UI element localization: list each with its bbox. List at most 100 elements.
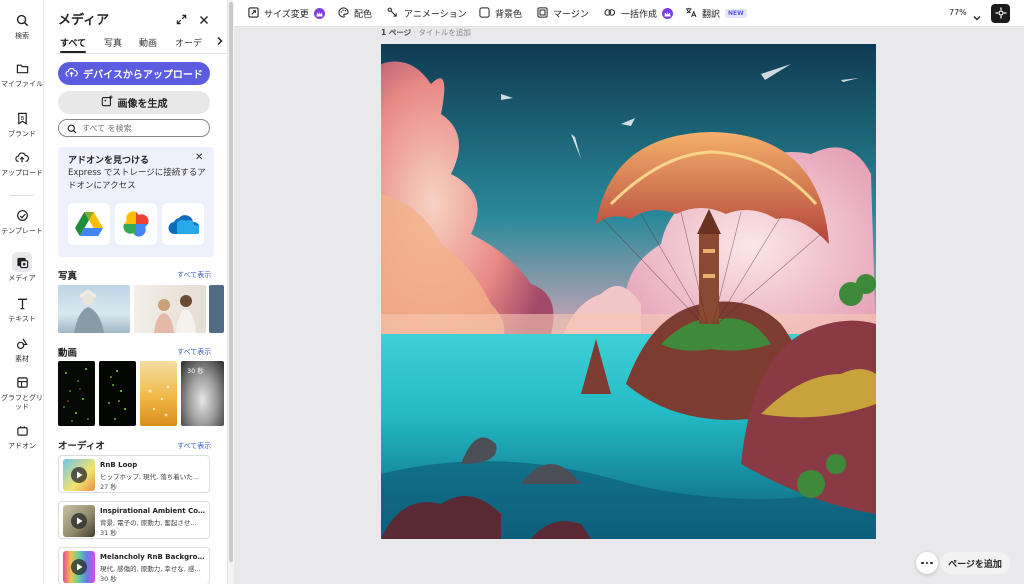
tab-videos[interactable]: 動画 — [139, 36, 157, 49]
audio-item[interactable]: Inspirational Ambient Corp... 背景, 電子の, 原… — [58, 501, 210, 539]
generate-image-icon — [101, 95, 113, 110]
video-thumbnail[interactable] — [58, 361, 95, 426]
rail-my-files[interactable]: マイファイル — [0, 58, 44, 89]
rail-label: テンプレート — [1, 227, 43, 235]
more-options-button[interactable] — [916, 552, 938, 574]
rail-label: グラフとグリッド — [1, 394, 43, 411]
google-drive-icon[interactable] — [68, 203, 110, 245]
rail-label: メディア — [8, 274, 36, 282]
rail-text[interactable]: テキスト — [0, 293, 44, 324]
upload-label: デバイスからアップロード — [83, 70, 203, 81]
rail-templates[interactable]: テンプレート — [0, 205, 44, 236]
media-search[interactable] — [58, 119, 210, 137]
rail-label: アップロード — [1, 169, 43, 177]
animation-icon — [387, 7, 399, 21]
photo-thumbnail[interactable] — [209, 285, 224, 333]
design-canvas[interactable] — [381, 44, 876, 539]
margin-icon — [537, 6, 548, 21]
color-label: 配色 — [354, 10, 373, 20]
upload-from-device-button[interactable]: デバイスからアップロード — [58, 62, 210, 85]
chevron-down-icon[interactable] — [973, 7, 981, 26]
audio-title: Melancholy RnB Backgroun... — [100, 553, 208, 561]
close-icon[interactable]: ✕ — [195, 152, 203, 163]
grid-icon — [12, 372, 32, 392]
svg-text:B: B — [20, 115, 24, 121]
page-header[interactable]: 1 ページ · タイトルを追加 — [381, 27, 471, 38]
background-label: 背景色 — [495, 10, 523, 20]
audio-title: Inspirational Ambient Corp... — [100, 507, 208, 515]
template-icon — [12, 205, 32, 225]
scrollbar-thumb[interactable] — [229, 2, 233, 562]
premium-crown-icon — [662, 8, 674, 19]
batch-create-button[interactable]: 一括作成 — [604, 6, 674, 21]
audio-tags: 現代, 感傷的, 原動力, 幸せな, 感... — [100, 565, 201, 573]
rail-addons[interactable]: アドオン — [0, 420, 44, 451]
videos-see-all-link[interactable]: すべて表示 — [177, 347, 211, 357]
rail-elements[interactable]: 素材 — [0, 333, 44, 364]
generate-label: 画像を生成 — [117, 99, 168, 110]
google-photos-icon[interactable] — [115, 203, 157, 245]
panel-scrollbar[interactable] — [228, 0, 234, 584]
search-input[interactable] — [82, 123, 202, 133]
color-theme-button[interactable]: 配色 — [338, 6, 372, 21]
rail-label: 素材 — [15, 355, 29, 363]
rail-brand[interactable]: B ブランド — [0, 108, 44, 139]
background-color-button[interactable]: 背景色 — [479, 6, 522, 21]
audio-tags: 背景, 電子の, 原動力, 奮起させ... — [100, 519, 197, 527]
rail-charts-grids[interactable]: グラフとグリッド — [0, 372, 44, 412]
addon-description: Express でストレージに接続するアドオンにアクセス — [68, 168, 206, 191]
addon-title: アドオンを見つける — [68, 156, 150, 166]
add-page-button[interactable]: ページを追加 — [940, 552, 1010, 574]
translate-icon — [685, 7, 697, 21]
margin-button[interactable]: マージン — [537, 6, 589, 21]
upload-cloud-icon — [12, 147, 32, 167]
close-icon[interactable] — [199, 10, 209, 29]
ai-assistant-icon — [995, 4, 1007, 23]
generate-image-button[interactable]: 画像を生成 — [58, 91, 210, 114]
background-color-icon — [479, 6, 490, 21]
rail-media[interactable]: メディア — [0, 252, 44, 283]
zoom-level[interactable]: 77% — [949, 8, 967, 17]
audio-item[interactable]: RnB Loop ヒップホップ, 現代, 落ち着いた... 27 秒 — [58, 455, 210, 493]
video-thumbnail[interactable] — [140, 361, 177, 426]
rail-label: ブランド — [8, 130, 36, 138]
resize-label: サイズ変更 — [264, 10, 309, 20]
audio-section-title: オーディオ — [58, 441, 105, 452]
ai-assistant-button[interactable] — [991, 4, 1010, 23]
expand-icon[interactable] — [176, 10, 187, 29]
audio-see-all-link[interactable]: すべて表示 — [177, 441, 211, 451]
rail-label: マイファイル — [1, 80, 43, 88]
tab-all[interactable]: すべて — [60, 36, 87, 53]
animation-button[interactable]: アニメーション — [387, 6, 467, 21]
tab-audio[interactable]: オーデ — [175, 36, 202, 49]
play-icon[interactable] — [71, 559, 87, 575]
left-rail: 検索 マイファイル B ブランド アップロード テンプレート メディア テキスト… — [0, 0, 44, 584]
translate-button[interactable]: 翻訳 NEW — [685, 6, 747, 21]
video-thumbnail[interactable]: 30 秒 — [181, 361, 224, 426]
rail-label: 検索 — [15, 32, 29, 40]
fantasy-island-artwork — [381, 44, 876, 539]
audio-duration: 31 秒 — [100, 529, 117, 537]
audio-item[interactable]: Melancholy RnB Backgroun... 現代, 感傷的, 原動力… — [58, 547, 210, 584]
tab-photos[interactable]: 写真 — [104, 36, 122, 49]
photo-thumbnail[interactable] — [58, 285, 130, 333]
onedrive-icon[interactable] — [162, 203, 204, 245]
photo-thumbnail[interactable] — [134, 285, 206, 333]
palette-icon — [338, 6, 349, 21]
audio-artwork — [63, 551, 95, 583]
chevron-right-icon[interactable] — [216, 36, 227, 49]
play-icon[interactable] — [71, 513, 87, 529]
resize-button[interactable]: サイズ変更 — [248, 6, 325, 21]
rail-upload[interactable]: アップロード — [0, 147, 44, 178]
addon-card: アドオンを見つける ✕ Express でストレージに接続するアドオンにアクセス — [58, 147, 214, 257]
page-title-placeholder[interactable]: タイトルを追加 — [418, 28, 471, 37]
rail-search[interactable]: 検索 — [0, 10, 44, 41]
margin-label: マージン — [553, 10, 589, 20]
videos-section-title: 動画 — [58, 348, 78, 359]
video-duration-badge: 30 秒 — [187, 367, 204, 375]
photos-see-all-link[interactable]: すべて表示 — [177, 270, 211, 280]
video-thumbnail[interactable] — [99, 361, 136, 426]
play-icon[interactable] — [71, 467, 87, 483]
batch-create-icon — [604, 7, 616, 21]
rail-label: アドオン — [8, 442, 36, 450]
